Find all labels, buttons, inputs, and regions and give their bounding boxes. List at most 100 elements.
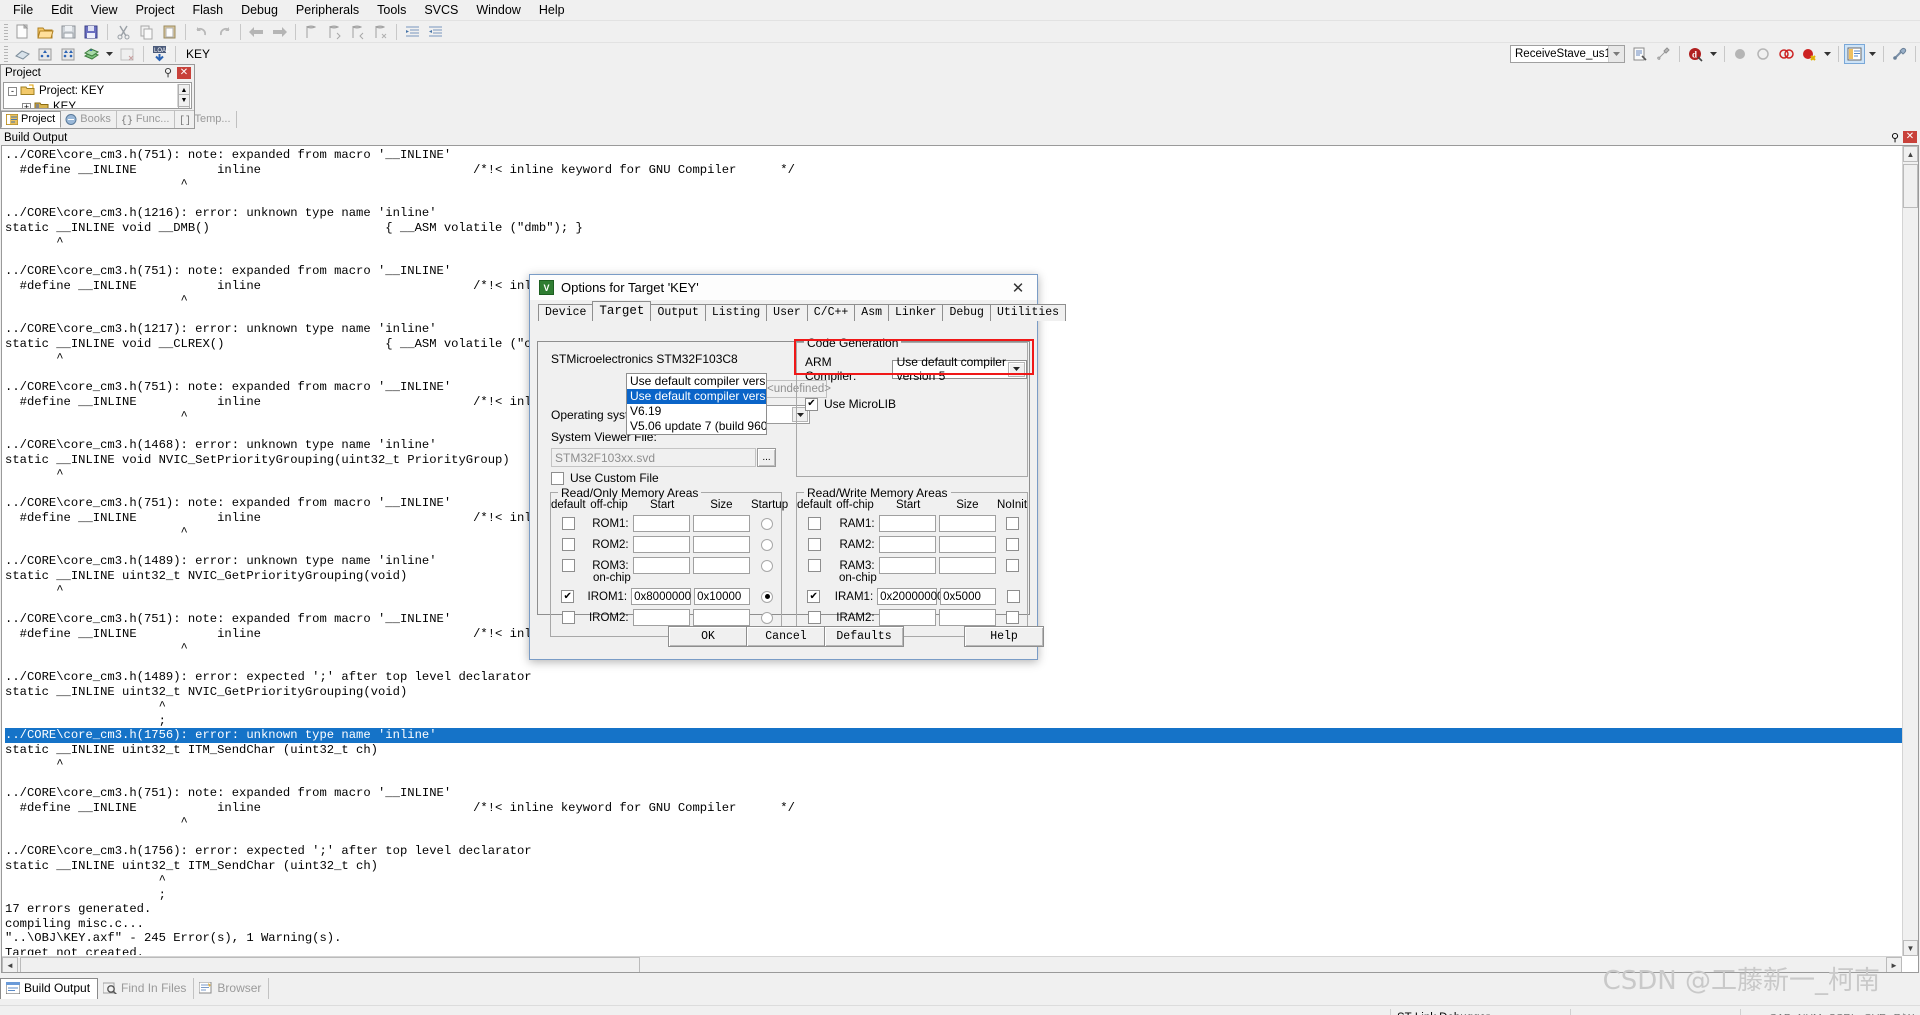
project-window-toggle-icon[interactable] (1844, 43, 1865, 64)
dialog-tab-cc[interactable]: C/C++ (806, 304, 856, 321)
bottom-tab-findinfiles[interactable]: Find In Files (98, 978, 195, 999)
new-file-icon[interactable] (12, 22, 33, 42)
breakpoints-dropdown-icon[interactable] (1822, 44, 1833, 64)
bottom-tab-browser[interactable]: Browser (194, 978, 270, 999)
readonly_memory-start-input[interactable] (632, 557, 690, 574)
readonly_memory-startup-radio[interactable] (760, 517, 773, 530)
readwrite_memory-default-checkbox[interactable] (807, 538, 821, 551)
dialog-tab-asm[interactable]: Asm (854, 304, 890, 321)
outdent-icon[interactable] (425, 22, 446, 42)
readwrite_memory-start-input[interactable] (878, 557, 936, 574)
build-output-line-selected[interactable]: ../CORE\core_cm3.h(1756): error: unknown… (5, 728, 1902, 743)
arm-compiler-option[interactable]: V6.19 (627, 404, 766, 419)
build-output-line[interactable]: compiling misc.c... (5, 917, 1902, 932)
scroll-thumb-vertical[interactable] (1903, 164, 1918, 208)
redo-icon[interactable] (214, 22, 235, 42)
readwrite_memory-size-input[interactable] (938, 557, 996, 574)
tree-item-key[interactable]: + KEY (4, 99, 191, 108)
kill-all-breakpoints-icon[interactable] (1799, 44, 1820, 64)
bottom-tab-buildoutput[interactable]: Build Output (0, 978, 99, 999)
dialog-ok-button[interactable]: OK (668, 626, 748, 647)
build-output-line[interactable]: ../CORE\core_cm3.h(751): note: expanded … (5, 786, 1902, 801)
menu-item-tools[interactable]: Tools (368, 1, 415, 19)
dialog-tab-output[interactable]: Output (650, 304, 706, 321)
build-output-line[interactable] (5, 830, 1902, 845)
dialog-help-button[interactable]: Help (964, 626, 1044, 647)
readwrite_memory-default-checkbox[interactable] (807, 559, 821, 572)
dialog-tab-listing[interactable]: Listing (704, 304, 768, 321)
insert-breakpoint-icon[interactable] (1730, 44, 1751, 64)
build-output-line[interactable] (5, 192, 1902, 207)
debug-dropdown-icon[interactable] (1708, 44, 1719, 64)
build-output-line[interactable]: ../CORE\core_cm3.h(751): note: expanded … (5, 148, 1902, 163)
build-output-line[interactable]: ../CORE\core_cm3.h(1756): error: expecte… (5, 844, 1902, 859)
dialog-tab-device[interactable]: Device (538, 304, 594, 321)
disable-all-breakpoints-icon[interactable] (1776, 44, 1797, 64)
configure-icon[interactable] (1889, 44, 1910, 64)
chevron-down-icon[interactable] (1608, 45, 1624, 62)
project-window-dropdown-icon[interactable] (1867, 44, 1878, 64)
readonly_memory-default-checkbox[interactable] (561, 517, 575, 530)
build-output-line[interactable]: "..\OBJ\KEY.axf" - 245 Error(s), 1 Warni… (5, 931, 1902, 946)
dialog-tab-debug[interactable]: Debug (942, 304, 991, 321)
scroll-left-icon[interactable]: ◄ (2, 957, 18, 972)
project-panel-tab-temp[interactable]: [] Temp... (175, 111, 237, 128)
project-tree-scrollbar[interactable]: ▲ ▼ (177, 84, 190, 108)
dialog-tab-target[interactable]: Target (592, 301, 652, 321)
build-icon[interactable] (35, 44, 56, 64)
configure-flash-icon[interactable] (1653, 44, 1674, 64)
dialog-close-button[interactable]: ✕ (1003, 278, 1033, 298)
rebuild-icon[interactable] (58, 44, 79, 64)
readwrite_memory-size-input[interactable]: 0x5000 (940, 588, 997, 605)
open-file-icon[interactable] (35, 22, 56, 42)
paste-icon[interactable] (159, 22, 180, 42)
build-output-line[interactable]: #define __INLINE inline /*!< inline keyw… (5, 163, 1902, 178)
build-output-line[interactable]: ^ (5, 873, 1902, 888)
readonly_memory-start-input[interactable]: 0x8000000 (631, 588, 692, 605)
readwrite_memory-default-checkbox[interactable]: ✔ (807, 590, 821, 603)
navigate-back-icon[interactable] (246, 22, 267, 42)
menu-item-debug[interactable]: Debug (232, 1, 287, 19)
build-output-line[interactable]: ../CORE\core_cm3.h(1489): error: expecte… (5, 670, 1902, 685)
dialog-defaults-button[interactable]: Defaults (824, 626, 904, 647)
translate-icon[interactable] (12, 44, 33, 64)
readonly_memory-size-input[interactable]: 0x10000 (694, 588, 751, 605)
build-output-line[interactable]: static __INLINE uint32_t NVIC_GetPriorit… (5, 685, 1902, 700)
pin-icon[interactable]: ⚲ (1891, 131, 1899, 144)
build-output-line[interactable]: static __INLINE void __DMB() { __ASM vol… (5, 221, 1902, 236)
dialog-cancel-button[interactable]: Cancel (746, 626, 826, 647)
batch-build-dropdown-icon[interactable] (104, 44, 115, 64)
menu-item-edit[interactable]: Edit (42, 1, 82, 19)
bookmark-prev-icon[interactable] (347, 22, 368, 42)
chevron-down-icon[interactable] (1008, 361, 1025, 377)
bookmark-clear-icon[interactable] (370, 22, 391, 42)
menu-item-project[interactable]: Project (127, 1, 184, 19)
save-all-icon[interactable] (81, 22, 102, 42)
expander-icon[interactable]: + (22, 102, 31, 108)
readonly_memory-startup-radio[interactable] (760, 538, 773, 551)
download-icon[interactable]: LOAD (149, 44, 170, 64)
cut-icon[interactable] (113, 22, 134, 42)
copy-icon[interactable] (136, 22, 157, 42)
readonly_memory-size-input[interactable] (692, 557, 750, 574)
arm-compiler-option[interactable]: Use default compiler version 5 (627, 389, 766, 404)
navigate-forward-icon[interactable] (269, 22, 290, 42)
batch-build-icon[interactable] (81, 44, 102, 64)
indent-icon[interactable] (402, 22, 423, 42)
readonly_memory-start-input[interactable] (632, 515, 690, 532)
tree-item-project-key[interactable]: - Project: KEY (4, 83, 191, 99)
scroll-thumb-horizontal[interactable] (20, 957, 640, 972)
use-microlib-checkbox[interactable]: ✔ (805, 397, 818, 411)
toolbar-grip-2[interactable] (4, 45, 8, 62)
readwrite_memory-default-checkbox[interactable] (807, 517, 821, 530)
build-output-line[interactable]: ^ (5, 699, 1902, 714)
system-viewer-file-input[interactable]: STM32F103xx.svd (551, 448, 756, 467)
build-output-line[interactable]: Target not created. (5, 946, 1902, 956)
expander-icon[interactable]: - (8, 86, 17, 96)
menu-item-window[interactable]: Window (467, 1, 529, 19)
build-output-line[interactable]: ^ (5, 177, 1902, 192)
menu-item-peripherals[interactable]: Peripherals (287, 1, 368, 19)
build-output-line[interactable]: static __INLINE uint32_t ITM_SendChar (u… (5, 859, 1902, 874)
system-viewer-browse-button[interactable]: ... (757, 448, 776, 467)
use-custom-file-checkbox[interactable] (551, 471, 564, 485)
